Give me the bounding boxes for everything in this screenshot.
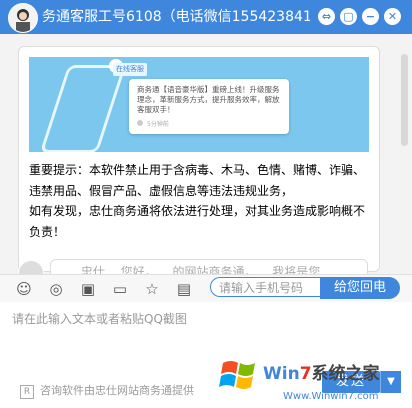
promo-banner: 在线客服 商务通【语音豪华版】重磅上线！升级服务理念，革新服务方式，提升服务效率…: [29, 57, 369, 152]
promo-bubble: 商务通【语音豪华版】重磅上线！升级服务理念，革新服务方式，提升服务效率，解放客服…: [129, 79, 289, 134]
minimize-button[interactable]: −: [362, 8, 379, 25]
promo-time: 5分钟前: [147, 121, 169, 128]
footer-text: 咨询软件由忠仕网站商务通提供: [40, 384, 194, 397]
send-button[interactable]: 发送: [322, 371, 380, 393]
callback-button[interactable]: 给您回电: [320, 277, 400, 299]
title-bar: 务通客服工号6108（电话微信155423841 ⇔ ▢ − ✕: [0, 0, 412, 34]
provider-footer: R 咨询软件由忠仕网站商务通提供: [20, 382, 194, 399]
next-message-text: … 忠仕… 您好，… 的网站商务通，… 我将是您…: [65, 265, 333, 274]
send-options-button[interactable]: ▼: [380, 371, 401, 393]
phone-illustration: [39, 65, 127, 152]
phone-input[interactable]: 请输入手机号码: [210, 277, 320, 297]
save-icon[interactable]: ▤: [174, 279, 194, 299]
welcome-message: 在线客服 商务通【语音豪华版】重磅上线！升级服务理念，革新服务方式，提升服务效率…: [18, 46, 380, 272]
chat-scrollbar[interactable]: [396, 34, 412, 274]
maximize-button[interactable]: ▢: [340, 8, 357, 25]
message-input[interactable]: 请在此输入文本或者粘贴QQ截图 R 咨询软件由忠仕网站商务通提供 发送 ▼: [0, 302, 412, 408]
input-placeholder: 请在此输入文本或者粘贴QQ截图: [12, 312, 187, 326]
notice-line: 如有发现，忠仕商务通将依法进行处理，对其业务造成影响概不: [29, 204, 366, 218]
shake-icon[interactable]: ◎: [46, 279, 66, 299]
notice-text: 重要提示：本软件禁止用于含病毒、木马、色情、赌博、诈骗、 违禁用品、假冒产品、虚…: [29, 160, 369, 242]
next-message: … 忠仕… 您好，… 的网站商务通，… 我将是您…: [50, 259, 368, 274]
window-title: 务通客服工号6108（电话微信155423841: [42, 9, 310, 25]
clock-icon: [137, 120, 143, 126]
chat-history[interactable]: 在线客服 商务通【语音豪华版】重磅上线！升级服务理念，革新服务方式，提升服务效率…: [0, 34, 412, 274]
restore-button[interactable]: ⇔: [318, 8, 335, 25]
registered-icon: R: [20, 385, 34, 399]
folder-icon[interactable]: ▭: [110, 279, 130, 299]
chat-label: 在线客服: [113, 63, 147, 76]
agent-avatar: [8, 3, 38, 33]
emoji-icon[interactable]: ☺: [14, 279, 34, 299]
image-icon[interactable]: ▣: [78, 279, 98, 299]
promo-text: 商务通【语音豪华版】重磅上线！升级服务理念，革新服务方式，提升服务效率，解放客服…: [137, 85, 280, 114]
star-icon[interactable]: ☆: [142, 279, 162, 299]
scroll-thumb[interactable]: [401, 54, 408, 146]
notice-line: 负责！: [29, 224, 66, 239]
notice-line: 重要提示：本软件禁止用于含病毒、木马、色情、赌博、诈骗、: [29, 163, 366, 177]
notice-line: 违禁用品、假冒产品、虚假信息等违法违规业务，: [29, 183, 294, 198]
close-button[interactable]: ✕: [384, 8, 401, 25]
